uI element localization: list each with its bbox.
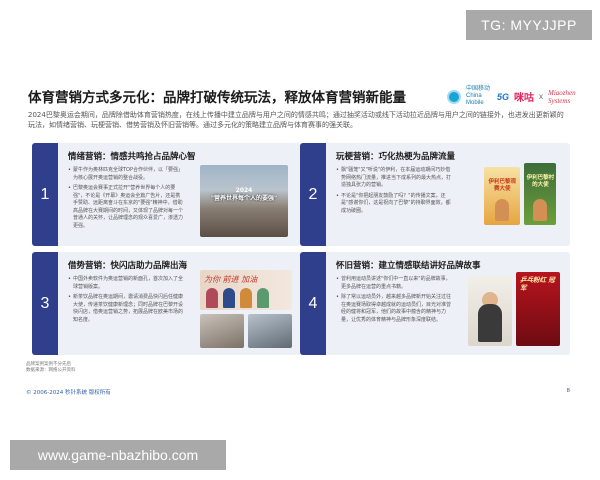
page-number: 8 (566, 388, 571, 394)
miaozhen-logo: Miaozhen Systems (548, 88, 576, 105)
bullet-item: 不论是"你把起朋友鼓励了吗？"的传播文案，还是"感谢你们，这是祝向了巴黎"的持聊… (336, 193, 452, 216)
card-title: 借势营销：快闪店助力品牌出海 (68, 261, 188, 271)
poster-text: 乒乓粉红 冠军 (520, 276, 555, 292)
slide-title: 体育营销方式多元化：品牌打破传统玩法，释放体育营销新能量 (28, 90, 406, 106)
champion-poster: 乒乓粉红 冠军 (516, 272, 560, 346)
popup-store-photo (200, 314, 244, 348)
card-number: 4 (300, 252, 326, 355)
campaign-banner-photo: 为你 前进 加油 (200, 270, 292, 310)
partner-logos: 中国移动 China Mobile 5G 咪咕 x Miaozhen Syste… (446, 86, 578, 107)
card-number: 3 (32, 252, 58, 355)
bullet-item: 新茶饮品牌在奥运期间，邀请消费品快闪后任健康大使，传递茶饮健康新理念；同时品牌在… (68, 294, 184, 324)
card-bullets: 蒙牛作为奥林匹克全球TOP合作伙伴，以「要强」为核心展开奥运营销的整合战役。 巴… (68, 167, 184, 233)
card-bullets: 中国外卖软件为奥运营销的新面孔，首次加入了全球营销版案。 新茶饮品牌在奥运期间，… (68, 276, 184, 327)
event-photo (248, 314, 292, 348)
athlete-photo (468, 276, 512, 346)
bullet-item: 除了常以运动员外，越来越多品牌新开始关注过往在奥运赛场取得卓越成就的运动员们，目… (336, 294, 452, 324)
copyright-text: © 2006-2024 秒针系统 版权所有 (26, 390, 111, 396)
poster-text: 伊利巴黎观赛大使 (488, 179, 516, 192)
campaign-poster: 伊利巴黎观赛大使 (484, 167, 520, 225)
bullet-item: 中国外卖软件为奥运营销的新面孔，首次加入了全球营销版案。 (68, 276, 184, 291)
card-number: 1 (32, 143, 58, 246)
athlete-body-icon (478, 304, 502, 342)
photo-caption: "营养世界每个人的要强" (210, 195, 278, 202)
bullet-item: 曾利用运动员讲述"你们中一直以来"的品牌故事，更多品牌在运营的重点书籍。 (336, 276, 452, 291)
banner-text: 为你 前进 加油 (204, 275, 258, 284)
card-bullets: 飘"骚笼"又"听说"的伊利，在本届运动期间巧妙借势网络热门流量，推进当下成系列的… (336, 167, 452, 218)
strategy-card-leverage: 3 借势营销：快闪店助力品牌出海 中国外卖软件为奥运营销的新面孔，首次加入了全球… (32, 252, 302, 355)
bullet-item: 蒙牛作为奥林匹克全球TOP合作伙伴，以「要强」为核心展开奥运营销的整合战役。 (68, 167, 184, 182)
bullet-item: 飘"骚笼"又"听说"的伊利，在本届运动期间巧妙借势网络热门流量，推进当下成系列的… (336, 167, 452, 190)
footnotes: 品牌案例案例不分先后 数据来源：网络公开资料 (26, 362, 76, 374)
photo-caption-year: 2024 (235, 187, 253, 194)
china-mobile-logo-icon (446, 89, 461, 104)
five-g-logo: 5G (496, 91, 509, 102)
report-slide: 体育营销方式多元化：品牌打破传统玩法，释放体育营销新能量 中国移动 China … (18, 84, 584, 400)
tg-watermark-badge: TG: MYYJJPP (466, 10, 592, 40)
poster-figure-icon (533, 199, 547, 221)
card-title: 怀旧营销：建立情感联结讲好品牌故事 (336, 261, 481, 271)
footnote: 数据来源：网络公开资料 (26, 368, 76, 373)
card-number: 2 (300, 143, 326, 246)
campaign-photo: 2024 "营养世界每个人的要强" (200, 165, 288, 237)
china-mobile-logo-text: 中国移动 China Mobile (465, 86, 490, 106)
strategy-card-nostalgia: 4 怀旧营销：建立情感联结讲好品牌故事 曾利用运动员讲述"你们中一直以来"的品牌… (300, 252, 570, 355)
bullet-item: 巴黎奥运会赛事正式拉开"营养世界每个人的要强"，不论是《开幕》奥运会全篇广告片，… (68, 185, 184, 230)
poster-figure-icon (495, 199, 509, 221)
intro-paragraph: 2024巴黎奥运会期间，品牌除借助体育营销热度，在线上传播中建立品牌与用户之间的… (28, 111, 564, 129)
card-title: 玩梗营销：巧化热梗为品牌流量 (336, 152, 456, 162)
campaign-poster: 伊利巴黎村的大使 (524, 163, 556, 225)
strategy-card-meme: 2 玩梗营销：巧化热梗为品牌流量 飘"骚笼"又"听说"的伊利，在本届运动期间巧妙… (300, 143, 570, 246)
logo-separator: x (539, 92, 543, 101)
poster-text: 伊利巴黎村的大使 (526, 175, 555, 188)
strategy-card-emotion: 1 情绪营销：情感共鸣抢占品牌心智 蒙牛作为奥林匹克全球TOP合作伙伴，以「要强… (32, 143, 302, 246)
banner-people (206, 288, 269, 308)
card-bullets: 曾利用运动员讲述"你们中一直以来"的品牌故事，更多品牌在运营的重点书籍。 除了常… (336, 276, 452, 327)
migu-logo: 咪咕 (514, 93, 534, 104)
url-watermark-badge: www.game-nbazhibo.com (10, 440, 226, 470)
card-title: 情绪营销：情感共鸣抢占品牌心智 (68, 152, 196, 162)
